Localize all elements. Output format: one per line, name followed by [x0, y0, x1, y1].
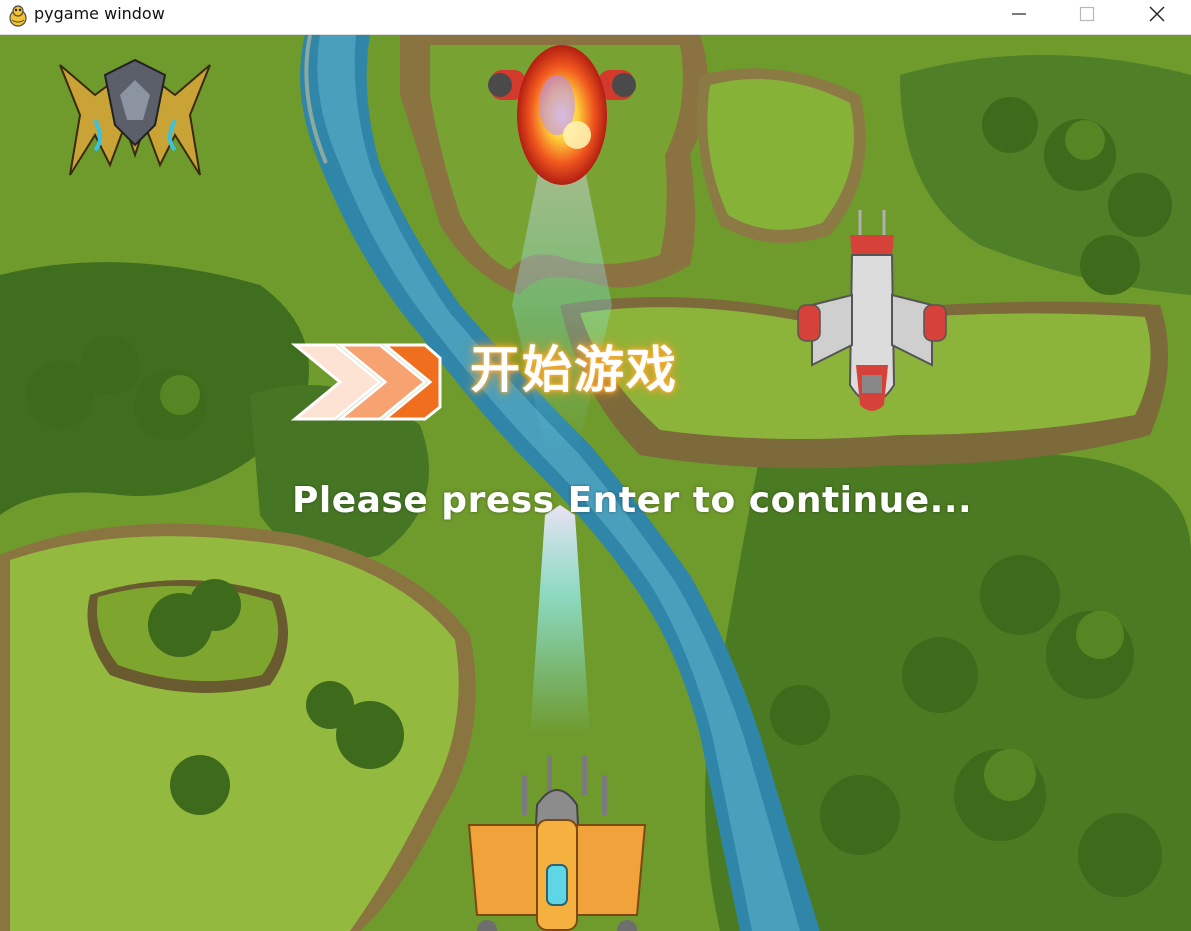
- window-title: pygame window: [34, 4, 165, 23]
- minimize-button[interactable]: [994, 0, 1044, 28]
- continue-prompt: Please press Enter to continue...: [292, 480, 973, 521]
- close-button[interactable]: [1132, 0, 1182, 28]
- minimize-icon: [1012, 13, 1026, 15]
- close-icon: [1149, 6, 1165, 22]
- start-game-title[interactable]: 开始游戏: [470, 330, 678, 402]
- maximize-button[interactable]: [1062, 0, 1112, 28]
- title-bar: pygame window: [0, 0, 1191, 35]
- maximize-icon: [1079, 6, 1095, 22]
- game-canvas[interactable]: 开始游戏 Please press Enter to continue...: [0, 35, 1191, 931]
- pygame-snake-icon: [9, 5, 27, 27]
